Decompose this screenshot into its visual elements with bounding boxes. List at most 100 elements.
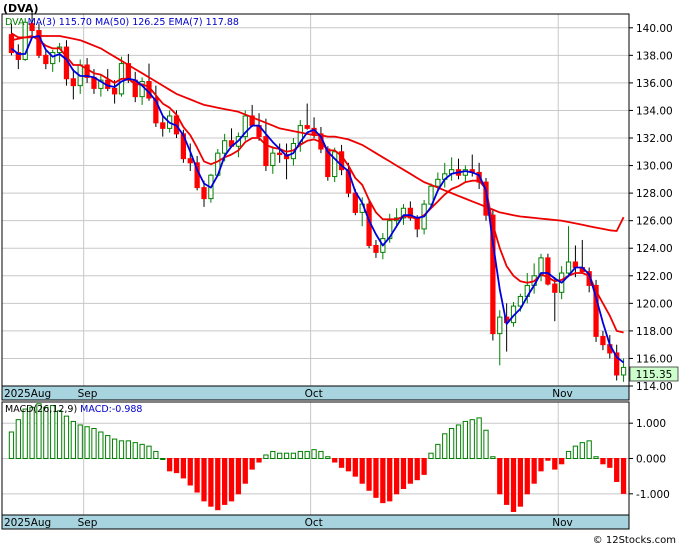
macd-bar (600, 458, 606, 465)
macd-bar (538, 458, 544, 472)
macd-bar (366, 458, 372, 491)
macd-bar (111, 438, 118, 459)
macd-tick-label: 1.000 (636, 418, 666, 430)
legend-entry: MA(50) (92, 17, 129, 28)
candlestick (504, 303, 510, 352)
macd-bar (455, 424, 462, 459)
candlestick (552, 277, 558, 322)
macd-bar (428, 452, 434, 459)
candlestick (304, 103, 310, 130)
candlestick (160, 115, 166, 137)
macd-bar (380, 458, 386, 504)
candle-body (270, 152, 276, 167)
macd-bar (105, 435, 111, 459)
month-label: Oct (305, 517, 323, 529)
month-label: Sep (78, 388, 98, 400)
macd-bar (504, 458, 510, 505)
price-tick-label: 132.00 (636, 133, 673, 145)
macd-bar (531, 458, 537, 484)
macd-bar (132, 442, 138, 459)
macd-bar (318, 450, 324, 459)
candle-body (565, 261, 572, 274)
candlestick (235, 132, 242, 158)
macd-bar (497, 458, 503, 495)
legend-entry: 126.25 (129, 17, 165, 28)
macd-bar (393, 458, 400, 495)
macd-bar (517, 458, 524, 507)
macd-bar (490, 456, 496, 459)
candlestick (43, 49, 49, 70)
legend-entry: 115.70 (56, 17, 92, 28)
macd-bar (614, 458, 620, 482)
candle-body (36, 30, 42, 56)
month-label: Oct (305, 388, 323, 400)
macd-bar (345, 458, 352, 472)
candlestick (442, 162, 448, 188)
macd-bar (462, 420, 469, 459)
macd-bar (373, 458, 379, 498)
price-tick-label: 122.00 (636, 271, 673, 283)
macd-tick-label: -1.000 (636, 489, 670, 501)
month-label: Nov (552, 388, 573, 400)
candle-body (43, 54, 49, 65)
macd-bar (338, 458, 345, 468)
macd-bar (607, 458, 613, 468)
legend-entry: MACD(26,12,9) (5, 404, 77, 415)
candle-body (373, 244, 379, 253)
candle-body (620, 366, 627, 376)
candlestick (455, 158, 462, 180)
candlestick (373, 239, 379, 258)
macd-bar (510, 458, 517, 512)
price-tick-label: 116.00 (636, 353, 673, 365)
macd-bar (228, 458, 235, 502)
macd-bar (400, 458, 407, 490)
macd-bar (15, 419, 21, 459)
price-panel-frame (1, 13, 630, 387)
candlestick (565, 226, 572, 278)
last-price-label: 115.35 (636, 369, 673, 381)
macd-bar (387, 458, 393, 502)
month-label: Sep (78, 517, 98, 529)
price-legend: DVA MA(3) 115.70 MA(50) 126.25 EMA(7) 11… (5, 17, 239, 28)
candlestick (56, 42, 63, 63)
candle-body (435, 178, 441, 187)
candle-body (332, 151, 338, 178)
price-tick-label: 120.00 (636, 298, 673, 310)
candlestick (15, 44, 21, 70)
price-tick-label: 136.00 (636, 78, 673, 90)
candle-body (600, 335, 606, 346)
macd-bar (359, 458, 365, 484)
macd-bar (70, 420, 76, 459)
macd-bar (283, 452, 290, 459)
macd-bar (579, 442, 585, 459)
macd-bar (435, 443, 441, 459)
candle-body (160, 122, 166, 129)
macd-bar (545, 458, 551, 461)
candlestick (70, 69, 76, 100)
candlestick (600, 330, 606, 351)
macd-bar (222, 458, 228, 505)
candlestick (153, 85, 159, 127)
candlestick (50, 49, 56, 72)
candle-body (111, 87, 118, 95)
candlestick (497, 310, 503, 366)
price-grid (2, 14, 629, 387)
candle-body (187, 158, 193, 164)
candlestick (98, 74, 104, 97)
legend-entry: EMA(7) (165, 17, 202, 28)
macd-bar (201, 458, 207, 502)
candlestick (332, 147, 338, 183)
macd-bar (56, 410, 63, 459)
macd-bar (593, 456, 599, 459)
last-price-box: 115.35 (629, 366, 679, 382)
macd-bar (263, 454, 269, 459)
macd-bar (442, 433, 448, 459)
candle-body (552, 283, 558, 293)
price-tick-label: 140.00 (636, 23, 673, 35)
macd-bar (352, 458, 358, 477)
macd-bar (194, 458, 200, 493)
legend-entry: MACD:-0.988 (77, 404, 142, 415)
macd-bar (77, 424, 83, 459)
legend-entry: DVA (5, 17, 25, 28)
legend-entry: MA(3) (25, 17, 56, 28)
